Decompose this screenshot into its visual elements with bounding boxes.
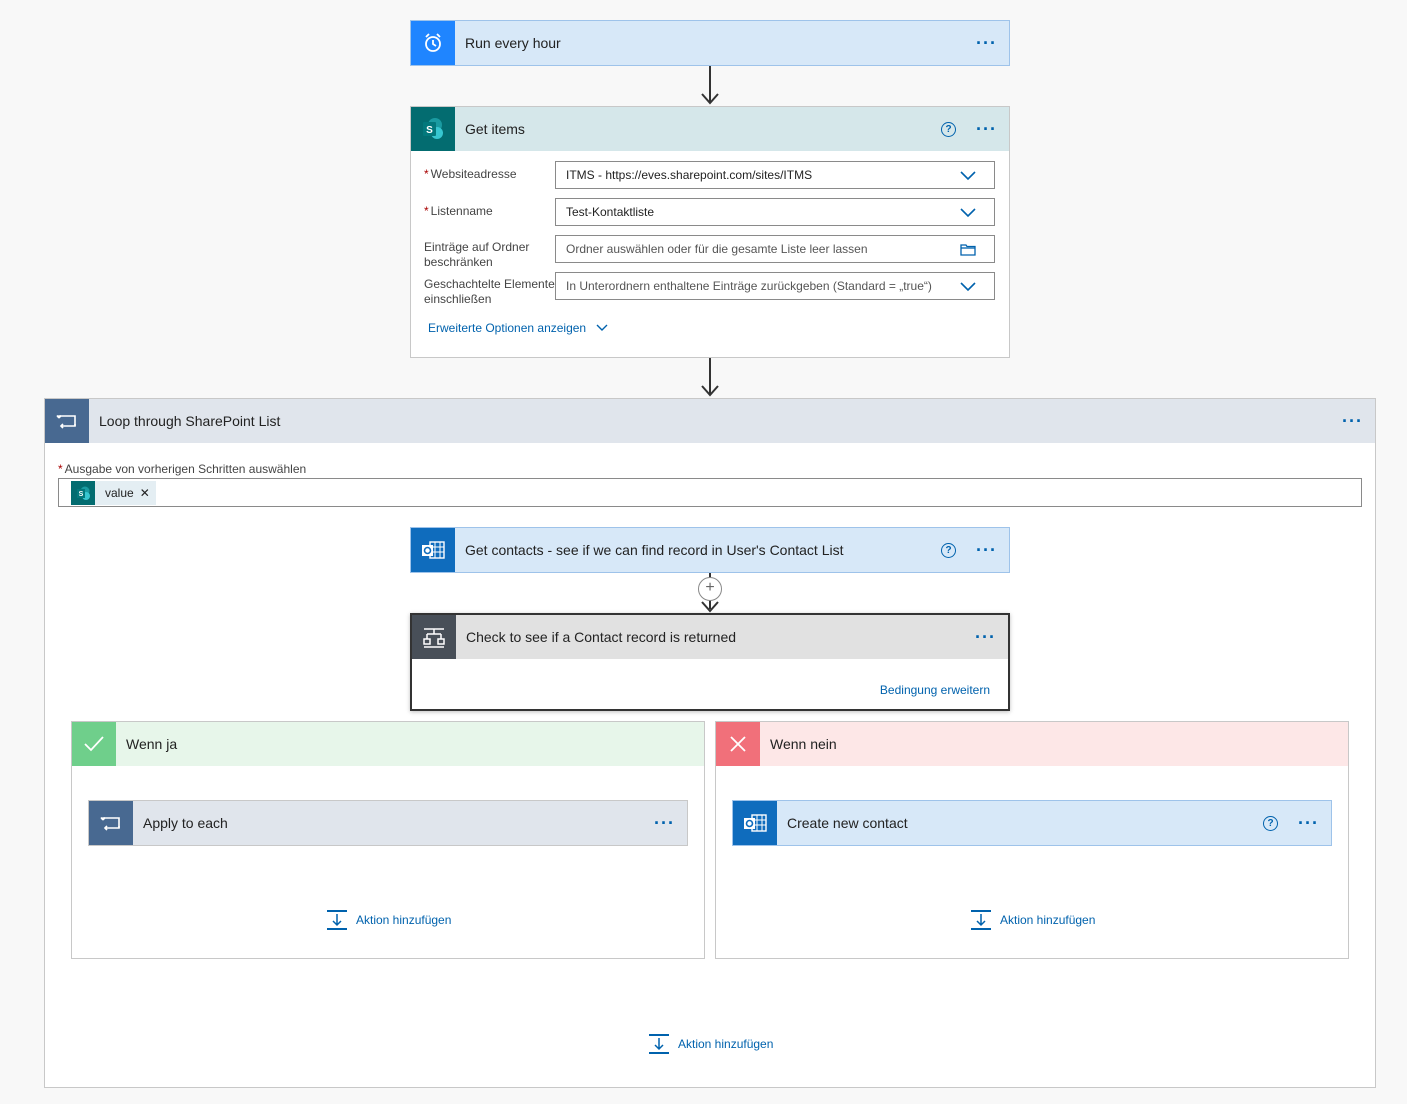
- yes-branch-title: Wenn ja: [126, 736, 178, 752]
- expand-condition-link[interactable]: Bedingung erweitern: [880, 683, 990, 697]
- help-icon[interactable]: ?: [941, 542, 957, 558]
- advanced-options-text[interactable]: Erweiterte Optionen anzeigen: [428, 321, 586, 335]
- condition-more-button[interactable]: ···: [975, 628, 1008, 646]
- add-action-button[interactable]: Aktion hinzufügen: [326, 909, 451, 931]
- arrow-head-icon: [701, 385, 719, 397]
- add-action-button[interactable]: Aktion hinzufügen: [970, 909, 1095, 931]
- advanced-options-link[interactable]: Erweiterte Optionen anzeigen: [428, 321, 608, 335]
- select-output-label: * Ausgabe von vorherigen Schritten auswäh…: [58, 462, 307, 476]
- loop-more-button[interactable]: ···: [1342, 412, 1375, 430]
- get-contacts-more-button[interactable]: ···: [976, 541, 1009, 559]
- alarm-clock-icon: [411, 21, 455, 65]
- get-contacts-card[interactable]: Get contacts - see if we can find record…: [410, 527, 1010, 573]
- token-remove-icon[interactable]: ✕: [140, 486, 150, 500]
- create-contact-header[interactable]: Create new contact ? ···: [733, 801, 1331, 845]
- apply-to-each-more-button[interactable]: ···: [654, 814, 687, 832]
- outlook-icon: [411, 528, 455, 572]
- site-address-label: * Websiteadresse: [424, 167, 517, 181]
- get-items-header[interactable]: S Get items ? ···: [411, 107, 1009, 151]
- help-icon[interactable]: ?: [1263, 815, 1279, 831]
- list-name-select[interactable]: Test-Kontaktliste: [555, 198, 995, 226]
- chevron-down-icon[interactable]: [960, 168, 976, 182]
- apply-to-each-header[interactable]: Apply to each ···: [89, 801, 687, 845]
- help-icon[interactable]: ?: [941, 121, 957, 137]
- apply-to-each-title: Apply to each: [143, 815, 228, 831]
- no-branch-title: Wenn nein: [770, 736, 837, 752]
- folder-input[interactable]: Ordner auswählen oder für die gesamte Li…: [555, 235, 995, 263]
- condition-icon: [412, 615, 456, 659]
- condition-header[interactable]: Check to see if a Contact record is retu…: [412, 615, 1008, 659]
- no-branch: Wenn nein Create new contact ? ··· Aktio…: [715, 721, 1349, 959]
- value-token[interactable]: S value ✕: [71, 480, 156, 505]
- yes-branch: Wenn ja Apply to each ··· Aktion hinzufü…: [71, 721, 705, 959]
- nested-select[interactable]: In Unterordnern enthaltene Einträge zurü…: [555, 272, 995, 300]
- outlook-icon: [733, 801, 777, 845]
- no-branch-header[interactable]: Wenn nein: [716, 722, 1348, 766]
- nested-placeholder: In Unterordnern enthaltene Einträge zurü…: [566, 279, 932, 293]
- condition-title: Check to see if a Contact record is retu…: [466, 629, 737, 645]
- trigger-header[interactable]: Run every hour ···: [411, 21, 1009, 65]
- site-address-value: ITMS - https://eves.sharepoint.com/sites…: [566, 168, 813, 182]
- add-action-label[interactable]: Aktion hinzufügen: [356, 913, 451, 927]
- add-action-label[interactable]: Aktion hinzufügen: [678, 1037, 773, 1051]
- nested-label: Geschachtelte Elemente einschließen: [424, 277, 555, 306]
- get-items-card[interactable]: S Get items ? ··· * Websiteadresse ITMS -…: [410, 106, 1010, 358]
- sharepoint-icon: S: [71, 480, 95, 505]
- sharepoint-icon: S: [411, 107, 455, 151]
- value-token-label: value: [105, 485, 134, 500]
- get-items-more-button[interactable]: ···: [976, 120, 1009, 138]
- create-contact-more-button[interactable]: ···: [1298, 814, 1331, 832]
- site-address-select[interactable]: ITMS - https://eves.sharepoint.com/sites…: [555, 161, 995, 189]
- folder-label: Einträge auf Ordner beschränken: [424, 240, 530, 269]
- add-action-icon: [327, 910, 347, 930]
- get-contacts-header[interactable]: Get contacts - see if we can find record…: [411, 528, 1009, 572]
- insert-step-button[interactable]: +: [698, 577, 722, 601]
- loop-add-action-button[interactable]: Aktion hinzufügen: [648, 1033, 773, 1055]
- list-name-value: Test-Kontaktliste: [566, 205, 655, 219]
- checkmark-icon: [72, 722, 116, 766]
- list-name-label: * Listenname: [424, 204, 493, 218]
- close-icon: [716, 722, 760, 766]
- yes-branch-header[interactable]: Wenn ja: [72, 722, 704, 766]
- add-action-icon: [649, 1034, 669, 1054]
- select-output-input[interactable]: S value ✕: [58, 478, 1362, 507]
- loop-icon: [89, 801, 133, 845]
- get-contacts-title: Get contacts - see if we can find record…: [465, 542, 844, 558]
- trigger-title: Run every hour: [465, 35, 561, 51]
- condition-card[interactable]: Check to see if a Contact record is retu…: [410, 613, 1010, 711]
- get-items-title: Get items: [465, 121, 525, 137]
- chevron-down-icon[interactable]: [960, 279, 976, 293]
- create-contact-title: Create new contact: [787, 815, 908, 831]
- trigger-card[interactable]: Run every hour ···: [410, 20, 1010, 66]
- arrow-head-icon: [701, 93, 719, 105]
- folder-icon[interactable]: [960, 243, 976, 256]
- add-action-label[interactable]: Aktion hinzufügen: [1000, 913, 1095, 927]
- trigger-more-button[interactable]: ···: [976, 34, 1009, 52]
- chevron-down-icon: [596, 324, 608, 331]
- svg-text:S: S: [426, 125, 433, 136]
- arrow-head-icon: [701, 601, 719, 613]
- svg-text:S: S: [79, 491, 84, 498]
- loop-icon: [45, 399, 89, 443]
- loop-title: Loop through SharePoint List: [99, 413, 281, 429]
- folder-placeholder: Ordner auswählen oder für die gesamte Li…: [566, 242, 868, 256]
- loop-header[interactable]: Loop through SharePoint List ···: [45, 399, 1375, 443]
- create-contact-card[interactable]: Create new contact ? ···: [732, 800, 1332, 846]
- apply-to-each-card[interactable]: Apply to each ···: [88, 800, 688, 846]
- add-action-icon: [971, 910, 991, 930]
- chevron-down-icon[interactable]: [960, 205, 976, 219]
